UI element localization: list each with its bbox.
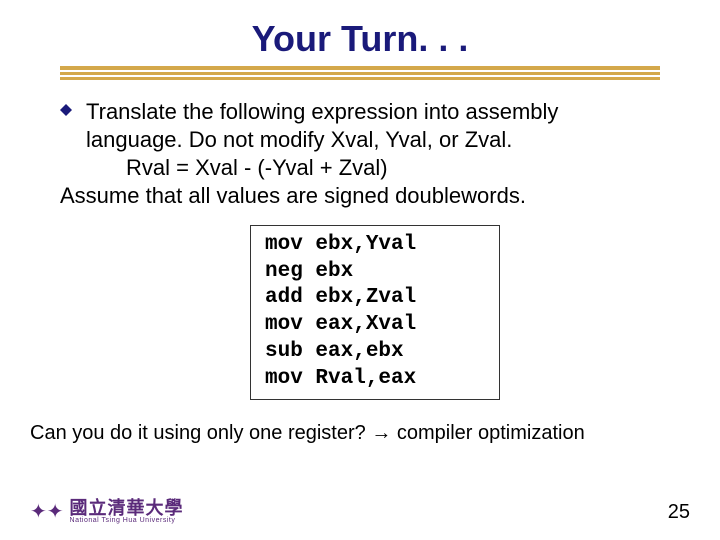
slide-title: Your Turn. . . [0, 18, 720, 60]
code-line: mov ebx,Yval [265, 232, 485, 259]
logo-text-cn: 國立清華大學 [70, 499, 184, 517]
code-line: neg ebx [265, 259, 485, 286]
body-line-3: Assume that all values are signed double… [60, 182, 558, 210]
page-number: 25 [668, 501, 690, 524]
code-box: mov ebx,Yval neg ebx add ebx,Zval mov ea… [250, 225, 500, 400]
code-line: sub eax,ebx [265, 339, 485, 366]
code-line: mov eax,Xval [265, 312, 485, 339]
diamond-bullet-icon [60, 104, 72, 116]
title-underline [60, 66, 660, 80]
body-line-1: Translate the following expression into … [86, 98, 558, 126]
footnote-text: Can you do it using only one register? →… [30, 422, 690, 445]
logo-icon: ✦✦ [30, 499, 64, 524]
body-line-2: language. Do not modify Xval, Yval, or Z… [86, 126, 558, 154]
code-line: mov Rval,eax [265, 366, 485, 393]
code-line: add ebx,Zval [265, 285, 485, 312]
logo-text-en: National Tsing Hua University [70, 517, 184, 524]
university-logo: ✦✦ 國立清華大學 National Tsing Hua University [30, 499, 184, 524]
body-expression: Rval = Xval - (-Yval + Zval) [126, 154, 558, 182]
